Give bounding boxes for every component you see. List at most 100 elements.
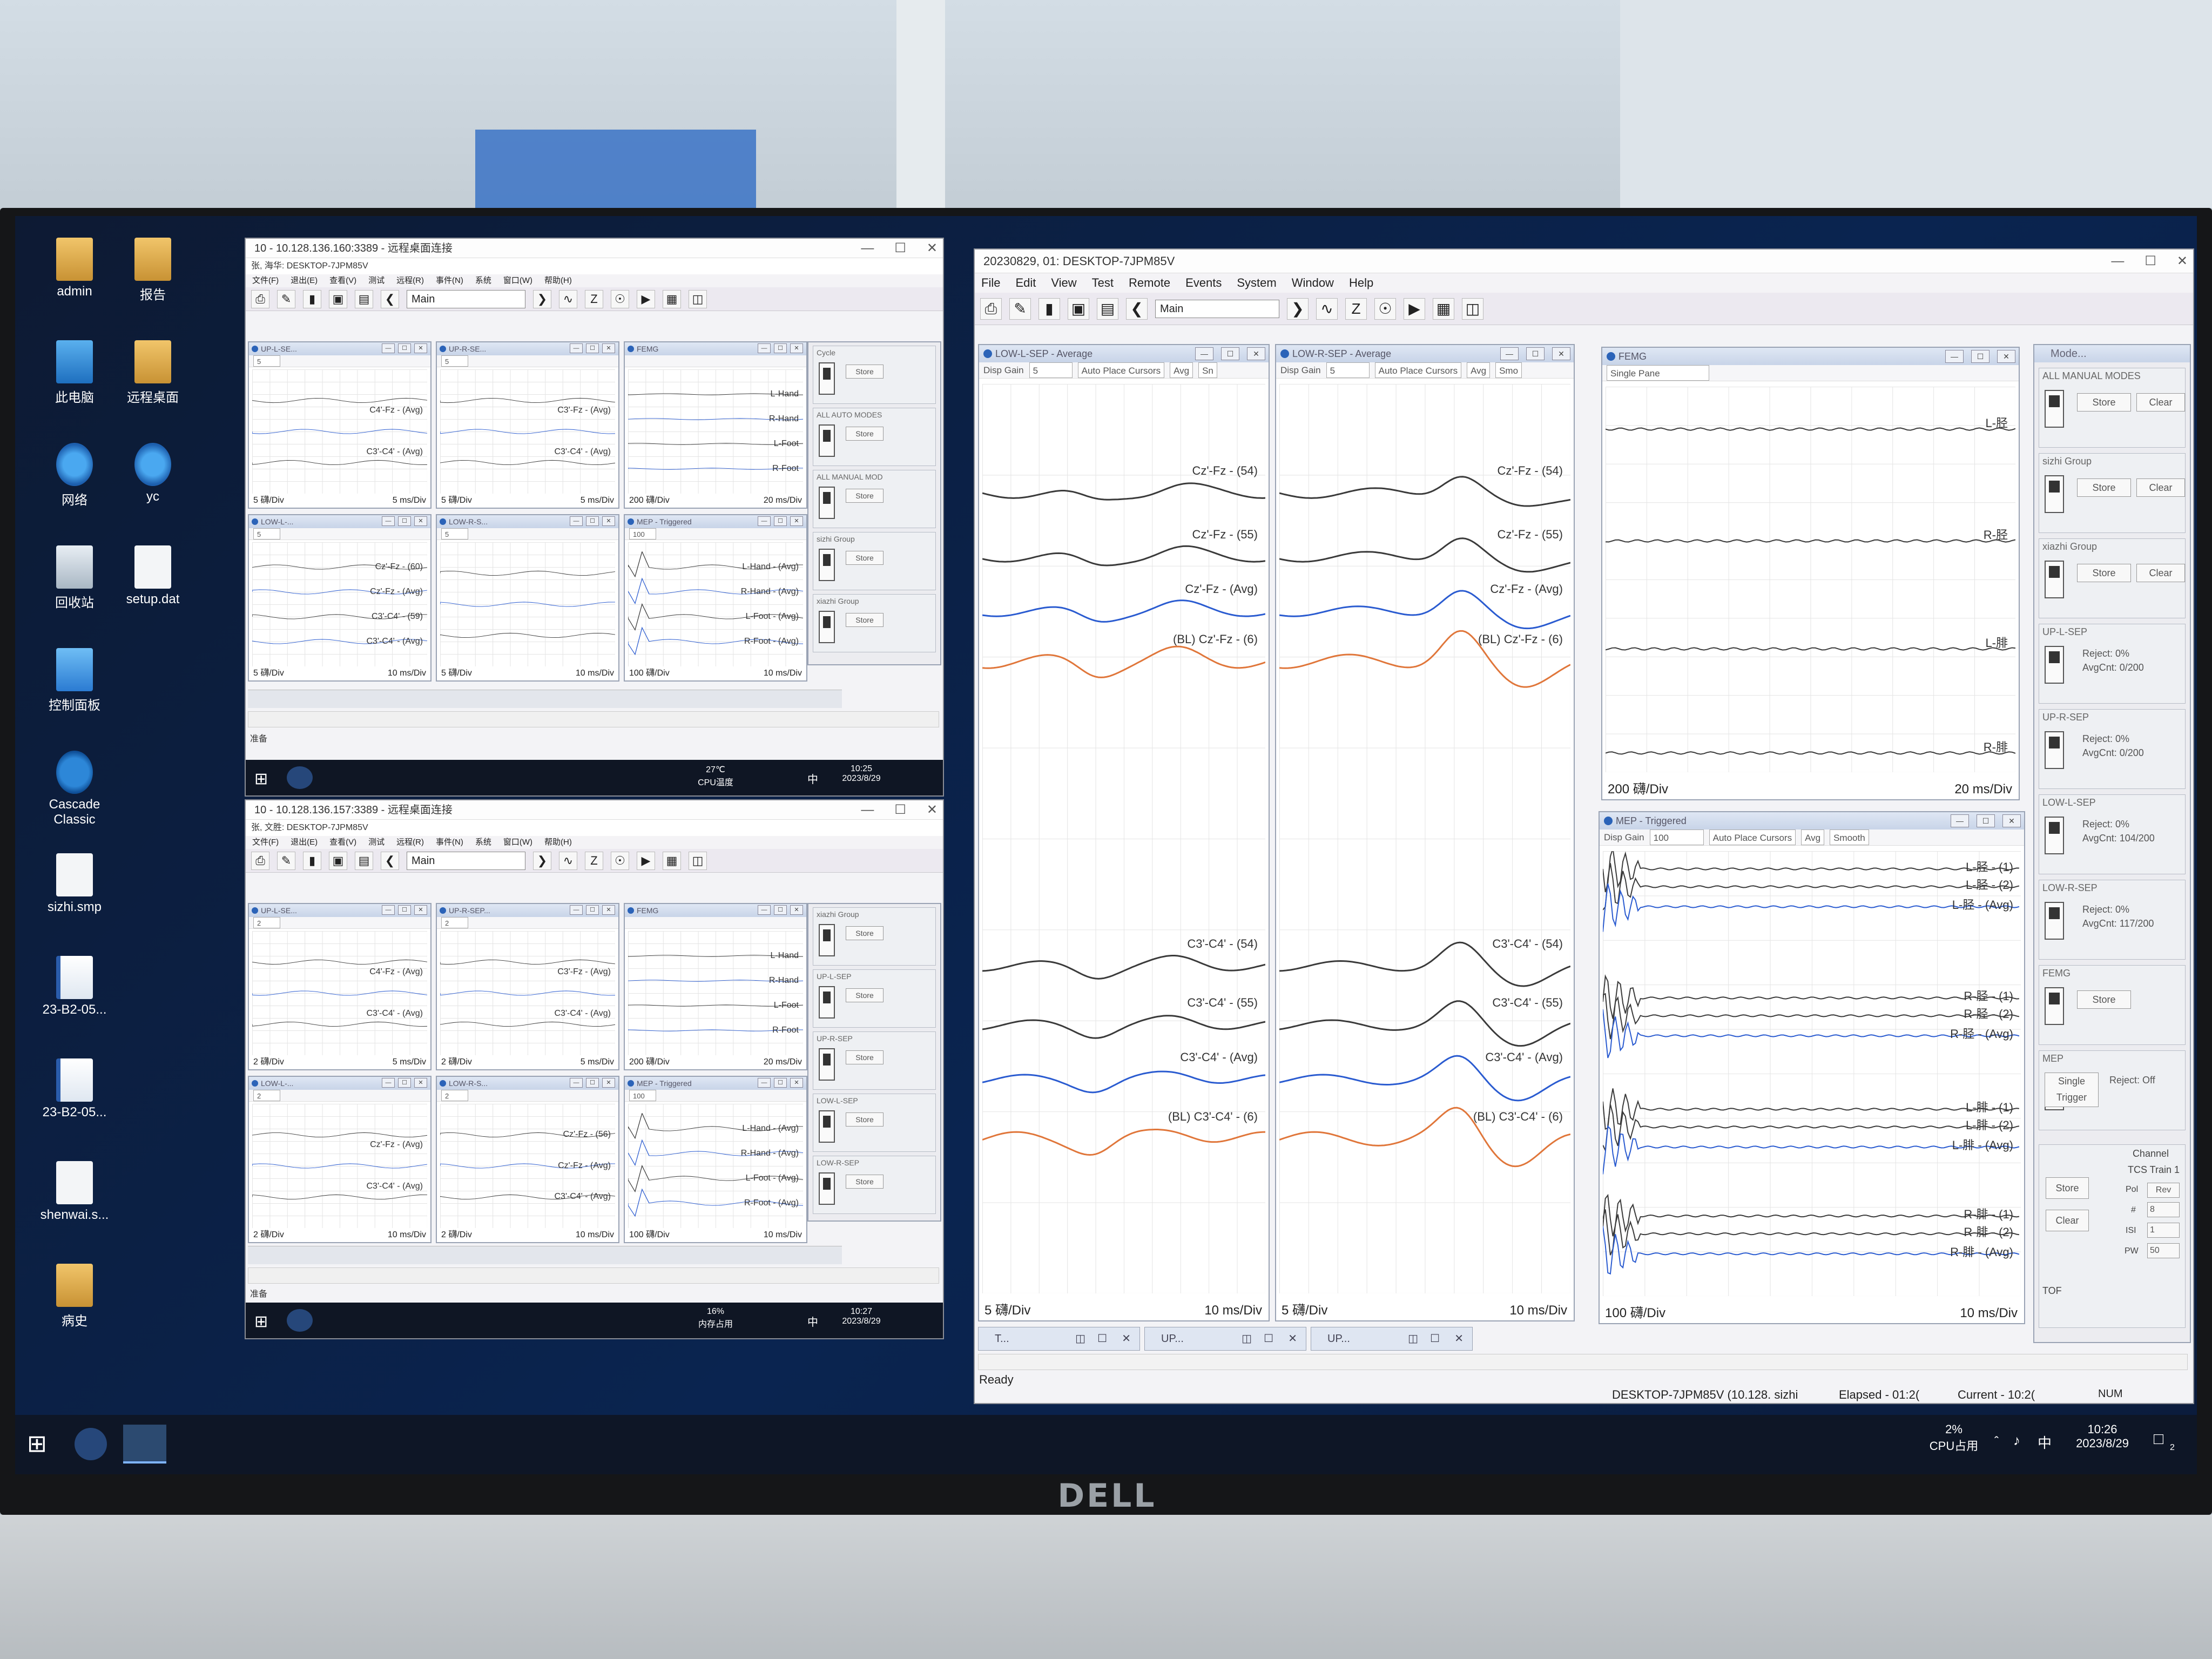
- mini-plot[interactable]: L-Hand R-Hand L-Foot R-Foot: [628, 931, 803, 1055]
- close-icon[interactable]: ✕: [1997, 350, 2015, 363]
- menu-item[interactable]: Test: [1092, 273, 1114, 293]
- impedance-icon[interactable]: Z: [1345, 298, 1367, 320]
- menu-item[interactable]: Edit: [1015, 273, 1036, 293]
- maximize-icon[interactable]: ☐: [586, 516, 599, 526]
- femg-pane[interactable]: FEMG — ☐ ✕ Single Pane L-胫 R-胫 L-腓 R-腓 200 礴/…: [1601, 347, 2020, 800]
- menu-item[interactable]: 测试: [368, 836, 385, 849]
- menu-item[interactable]: Window: [1292, 273, 1334, 293]
- forward-icon[interactable]: ❯: [533, 289, 551, 308]
- mode-knob-icon[interactable]: [2045, 475, 2064, 513]
- remote-icon[interactable]: ◫: [689, 289, 707, 308]
- minimize-icon[interactable]: —: [1195, 347, 1213, 360]
- minimize-icon[interactable]: —: [382, 343, 395, 353]
- clear-button[interactable]: Clear: [2046, 1210, 2089, 1231]
- mode-knob-icon[interactable]: [819, 1172, 835, 1205]
- report-icon[interactable]: ▦: [663, 289, 681, 308]
- clear-button[interactable]: Clear: [2136, 564, 2185, 582]
- mini-pane[interactable]: LOW-R-S... — ☐ ✕ 5 5 礴/Div 10 ms/Div: [436, 514, 619, 682]
- report-icon[interactable]: ▦: [663, 851, 681, 870]
- gain-input[interactable]: 5: [253, 355, 280, 367]
- window-tab[interactable]: UP... ◫ ☐ ✕: [1311, 1327, 1473, 1351]
- store-button[interactable]: Store: [846, 926, 884, 940]
- mode-knob-icon[interactable]: [2045, 646, 2064, 684]
- gain-input[interactable]: 100: [629, 528, 656, 539]
- restore-icon[interactable]: ◫: [1075, 1327, 1085, 1350]
- menu-item[interactable]: 远程(R): [396, 836, 424, 849]
- clear-button[interactable]: Clear: [2136, 393, 2185, 412]
- menu-item[interactable]: View: [1051, 273, 1076, 293]
- forward-icon[interactable]: ❯: [1287, 298, 1309, 320]
- close-icon[interactable]: ✕: [790, 516, 803, 526]
- mode-knob-icon[interactable]: [819, 362, 835, 395]
- impedance-icon[interactable]: Z: [585, 851, 603, 870]
- minimize-icon[interactable]: —: [1945, 350, 1964, 363]
- menu-item[interactable]: 退出(E): [291, 836, 318, 849]
- mini-pane[interactable]: UP-R-SE... — ☐ ✕ 5 C3'-Fz - (Avg) C3'-C4' - (A…: [436, 341, 619, 509]
- mode-knob-icon[interactable]: [2045, 902, 2064, 940]
- main-scrollbar[interactable]: [978, 1354, 2188, 1370]
- edit-icon[interactable]: ✎: [277, 851, 295, 870]
- desktop-icon[interactable]: 控制面板: [37, 648, 112, 713]
- ime-indicator[interactable]: 中: [2038, 1432, 2052, 1452]
- close-icon[interactable]: ✕: [414, 343, 427, 353]
- mini-pane[interactable]: LOW-L-... — ☐ ✕ 2 Cz'-Fz - (Avg) C3'-C4' - (Av…: [248, 1076, 431, 1243]
- window-tab[interactable]: T... ◫ ☐ ✕: [978, 1327, 1140, 1351]
- store-button[interactable]: Store: [2077, 393, 2131, 412]
- back-icon[interactable]: ❮: [381, 851, 399, 870]
- store-button[interactable]: Store: [846, 427, 884, 441]
- femg-plot[interactable]: L-胫 R-胫 L-腓 R-腓: [1606, 387, 2015, 772]
- gain-input[interactable]: 100: [629, 1090, 656, 1101]
- mini-pane[interactable]: UP-L-SE... — ☐ ✕ 5 C4'-Fz - (Avg) C3'-C4' - (A…: [248, 341, 431, 509]
- mode-knob-icon[interactable]: [819, 424, 835, 457]
- desktop-icon[interactable]: sizhi.smp: [37, 853, 112, 915]
- desktop-icon[interactable]: setup.dat: [115, 545, 191, 607]
- clear-button[interactable]: Clear: [2136, 478, 2185, 497]
- minimize-icon[interactable]: —: [570, 516, 583, 526]
- main-layout-select[interactable]: Main: [1155, 299, 1279, 318]
- close-icon[interactable]: ✕: [2177, 249, 2188, 273]
- cascade-task-icon[interactable]: [75, 1428, 107, 1460]
- edit-icon[interactable]: ✎: [1009, 298, 1031, 320]
- gain-input[interactable]: 5: [253, 528, 280, 539]
- cascade-task-icon[interactable]: [287, 1309, 313, 1332]
- stimulator-icon[interactable]: ☉: [1374, 298, 1396, 320]
- low-l-plot[interactable]: Cz'-Fz - (54) Cz'-Fz - (55) Cz'-Fz - (Avg)…: [982, 384, 1265, 1293]
- desktop-icon[interactable]: 此电脑: [37, 340, 112, 406]
- back-icon[interactable]: ❮: [1126, 298, 1148, 320]
- tray-chevron-icon[interactable]: ˆ: [1994, 1434, 1999, 1449]
- lock-icon[interactable]: ▣: [329, 851, 347, 870]
- lock-icon[interactable]: ▣: [329, 289, 347, 308]
- menu-item[interactable]: Events: [1185, 273, 1222, 293]
- minimize-icon[interactable]: —: [570, 1078, 583, 1088]
- rdp-task-icon[interactable]: [123, 1425, 166, 1464]
- avg-button[interactable]: Avg: [1801, 830, 1825, 845]
- close-icon[interactable]: ✕: [414, 905, 427, 915]
- mini-pane[interactable]: FEMG — ☐ ✕ L-Hand R-Hand L-Foot R-Foot 200 礴/Div…: [624, 903, 807, 1070]
- report-icon[interactable]: ▦: [1433, 298, 1454, 320]
- store-button[interactable]: Store: [846, 365, 884, 379]
- minimize-icon[interactable]: —: [570, 905, 583, 915]
- gain-input[interactable]: 2: [441, 1090, 468, 1101]
- maximize-icon[interactable]: ☐: [586, 343, 599, 353]
- mini-plot[interactable]: Cz'-Fz - (60) Cz'-Fz - (Avg) C3'-C4' - (59…: [252, 542, 427, 666]
- menu-item[interactable]: System: [1237, 273, 1276, 293]
- mode-knob-icon[interactable]: [819, 487, 835, 519]
- auto-place-cursors[interactable]: Auto Place Cursors: [1077, 362, 1165, 378]
- mep-plot[interactable]: L-胫 - (1) L-胫 - (2) L-胫 - (Avg) R-胫 - (1) R-…: [1603, 851, 2021, 1296]
- rdp1-ime[interactable]: 中: [807, 771, 818, 786]
- desktop-icon[interactable]: 23-B2-05...: [37, 1058, 112, 1120]
- smooth-button[interactable]: Smooth: [1830, 830, 1869, 845]
- close-icon[interactable]: ✕: [1122, 1327, 1131, 1350]
- minimize-icon[interactable]: —: [570, 343, 583, 353]
- maximize-icon[interactable]: ☐: [1221, 347, 1239, 360]
- store-button[interactable]: Store: [2077, 990, 2131, 1009]
- menu-item[interactable]: 窗口(W): [503, 274, 532, 287]
- gain-input[interactable]: 2: [253, 917, 280, 928]
- mode-knob-icon[interactable]: [819, 986, 835, 1019]
- remote-icon[interactable]: ◫: [689, 851, 707, 870]
- battery-icon[interactable]: ▮: [303, 851, 321, 870]
- print-icon[interactable]: ⎙: [251, 851, 269, 870]
- minimize-icon[interactable]: —: [758, 1078, 771, 1088]
- maximize-icon[interactable]: ☐: [1971, 350, 1990, 363]
- monitor-icon[interactable]: ▤: [355, 851, 373, 870]
